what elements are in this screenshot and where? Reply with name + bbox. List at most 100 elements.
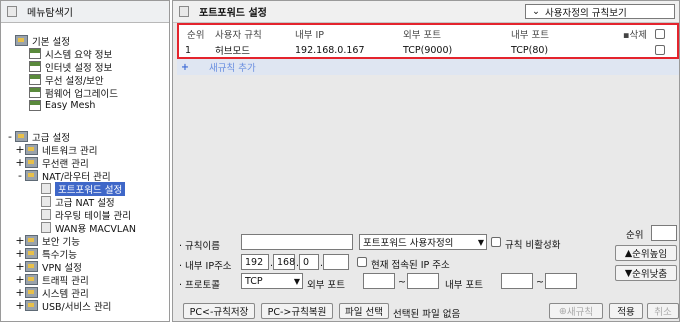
tree-item-routing-table[interactable]: 라우팅 테이블 관리 (41, 208, 131, 222)
cancel-button[interactable]: 취소 (647, 303, 679, 319)
order-down-button[interactable]: ▼ 순위낮춤 (615, 265, 677, 281)
page-icon (41, 222, 51, 233)
tree-item-system[interactable]: + 시스템 관리 (15, 286, 89, 300)
ip-octet-1[interactable]: 192 (241, 254, 269, 270)
menu-explorer-title: 메뉴탐색기 (27, 8, 73, 19)
collapse-toggle[interactable]: - (5, 131, 15, 142)
tree-label: 라우팅 테이블 관리 (55, 210, 131, 222)
tree-item-wan-macvlan[interactable]: WAN용 MACVLAN (41, 221, 137, 235)
tree-item-nat-router[interactable]: - NAT/라우터 관리 (15, 169, 111, 183)
router-icon (25, 170, 38, 181)
tree-item-port-forward[interactable]: 포트포워드 설정 (41, 181, 126, 196)
tree-item-network[interactable]: + 네트워크 관리 (15, 143, 97, 157)
collapse-toggle[interactable]: - (15, 170, 25, 181)
col-delete: ▪삭제 (623, 30, 647, 41)
mesh-icon (29, 100, 41, 111)
tree-item-vpn[interactable]: + VPN 설정 (15, 260, 82, 274)
rule-edit-form: · 규칙이름 포트포워드 사용자정의 ▼ 규칙 비활성화 순위 · 내부 IP주… (177, 225, 679, 321)
cell-internal-port: TCP(80) (511, 44, 549, 56)
ip-octet-2[interactable]: 168 (273, 254, 295, 270)
wireless-icon (25, 157, 38, 168)
tree-item-wireless-security[interactable]: 무선 설정/보안 (29, 73, 104, 87)
disable-rule-checkbox[interactable] (491, 237, 501, 247)
expand-toggle[interactable]: + (15, 157, 25, 168)
internal-port-end[interactable] (545, 273, 577, 289)
current-ip-label: 현재 접속된 IP 주소 (371, 260, 450, 271)
external-port-start[interactable] (363, 273, 395, 289)
expand-toggle[interactable]: + (15, 287, 25, 298)
port-forward-panel: 포트포워드 설정 ⌄ 사용자정의 규칙보기 순위 사용자 규칙 내부 IP 외부… (172, 0, 680, 322)
no-file-label: 선택된 파일 없음 (393, 309, 461, 320)
expand-toggle[interactable]: + (15, 274, 25, 285)
current-ip-checkbox[interactable] (357, 257, 367, 267)
tree-item-system-summary[interactable]: 시스템 요약 정보 (29, 47, 112, 61)
tree-item-easy-mesh[interactable]: Easy Mesh (29, 99, 95, 112)
rule-name-input[interactable] (241, 234, 353, 250)
tree-label: NAT/라우터 관리 (42, 171, 111, 183)
table-row[interactable]: 1 허브모드 192.168.0.167 TCP(9000) TCP(80) (179, 42, 677, 58)
tree-basic-settings[interactable]: 기본 설정 (15, 34, 70, 48)
new-rule-button[interactable]: ⊕ 새규칙 (549, 303, 603, 319)
menu-explorer-header: 메뉴탐색기 (1, 1, 169, 23)
save-rules-to-pc-button[interactable]: PC<-규칙저장 (183, 303, 255, 319)
cell-internal-ip: 192.168.0.167 (295, 44, 365, 56)
tree-item-internet-info[interactable]: 인터넷 설정 정보 (29, 60, 113, 74)
expand-toggle[interactable]: + (15, 235, 25, 246)
chevron-down-icon: ▼ (477, 237, 484, 247)
tree-item-firmware-upgrade[interactable]: 펌웨어 업그레이드 (29, 86, 118, 100)
internal-port-start[interactable] (501, 273, 533, 289)
tree-item-traffic[interactable]: + 트래픽 관리 (15, 273, 89, 287)
rule-view-select[interactable]: ⌄ 사용자정의 규칙보기 (525, 4, 675, 19)
tree-item-advanced-nat[interactable]: 고급 NAT 설정 (41, 195, 115, 209)
page-icon (41, 183, 51, 194)
protocol-value: TCP (245, 275, 263, 287)
internal-ip-label: · 내부 IP주소 (179, 261, 232, 272)
expand-toggle[interactable]: + (15, 261, 25, 272)
col-internal-port: 내부 포트 (511, 30, 549, 41)
expand-toggle[interactable]: + (15, 248, 25, 259)
protocol-label: · 프로토콜 (179, 280, 220, 291)
tree-label: 특수기능 (42, 249, 77, 261)
tree-item-wireless-lan[interactable]: + 무선랜 관리 (15, 156, 88, 170)
order-input[interactable] (651, 225, 677, 241)
tree-label: 보안 기능 (42, 236, 80, 248)
tree-advanced-settings[interactable]: - 고급 설정 (5, 130, 70, 144)
tree-label: 인터넷 설정 정보 (45, 62, 113, 74)
tree-item-security[interactable]: + 보안 기능 (15, 234, 80, 248)
range-tilde: ~ (398, 277, 406, 288)
add-rule-row[interactable]: + 새규칙 추가 (177, 59, 679, 75)
expand-toggle[interactable]: + (15, 144, 25, 155)
col-order: 순위 (187, 30, 205, 41)
ip-octet-4[interactable] (323, 254, 349, 270)
tree-item-usb-service[interactable]: + USB/서비스 관리 (15, 299, 111, 313)
tree-label: WAN용 MACVLAN (55, 223, 137, 235)
row-delete-checkbox[interactable] (655, 45, 665, 55)
folder-icon (15, 35, 28, 46)
ip-octet-3[interactable]: 0 (299, 254, 319, 270)
protocol-select[interactable]: TCP ▼ (241, 273, 303, 289)
rule-type-value: 포트포워드 사용자정의 (363, 238, 454, 249)
rule-type-select[interactable]: 포트포워드 사용자정의 ▼ (359, 234, 487, 250)
tree-label: VPN 설정 (42, 262, 82, 274)
traffic-icon (25, 274, 38, 285)
tree-label: 트래픽 관리 (42, 275, 89, 287)
add-rule-label: 새규칙 추가 (208, 63, 256, 74)
tree-label: 무선 설정/보안 (45, 75, 104, 87)
chevron-down-icon: ▼ (293, 276, 300, 286)
select-all-checkbox[interactable] (655, 29, 665, 39)
plus-icon: + (181, 61, 189, 73)
rules-table: 순위 사용자 규칙 내부 IP 외부 포트 내부 포트 ▪삭제 1 허브모드 1… (177, 23, 679, 59)
restore-rules-from-pc-button[interactable]: PC->규칙복원 (261, 303, 333, 319)
order-up-button[interactable]: ▲ 순위높임 (615, 245, 677, 261)
disable-rule-label: 규칙 비활성화 (505, 240, 561, 251)
tree-label: 시스템 관리 (42, 288, 89, 300)
order-up-label: 순위높임 (632, 249, 668, 260)
apply-button[interactable]: 적용 (609, 303, 643, 319)
file-select-button[interactable]: 파일 선택 (339, 303, 389, 319)
cell-order: 1 (185, 44, 192, 56)
col-external-port: 외부 포트 (403, 30, 441, 41)
external-port-end[interactable] (407, 273, 439, 289)
expand-toggle[interactable]: + (15, 300, 25, 311)
vpn-icon (25, 261, 38, 272)
tree-item-special[interactable]: + 특수기능 (15, 247, 77, 261)
